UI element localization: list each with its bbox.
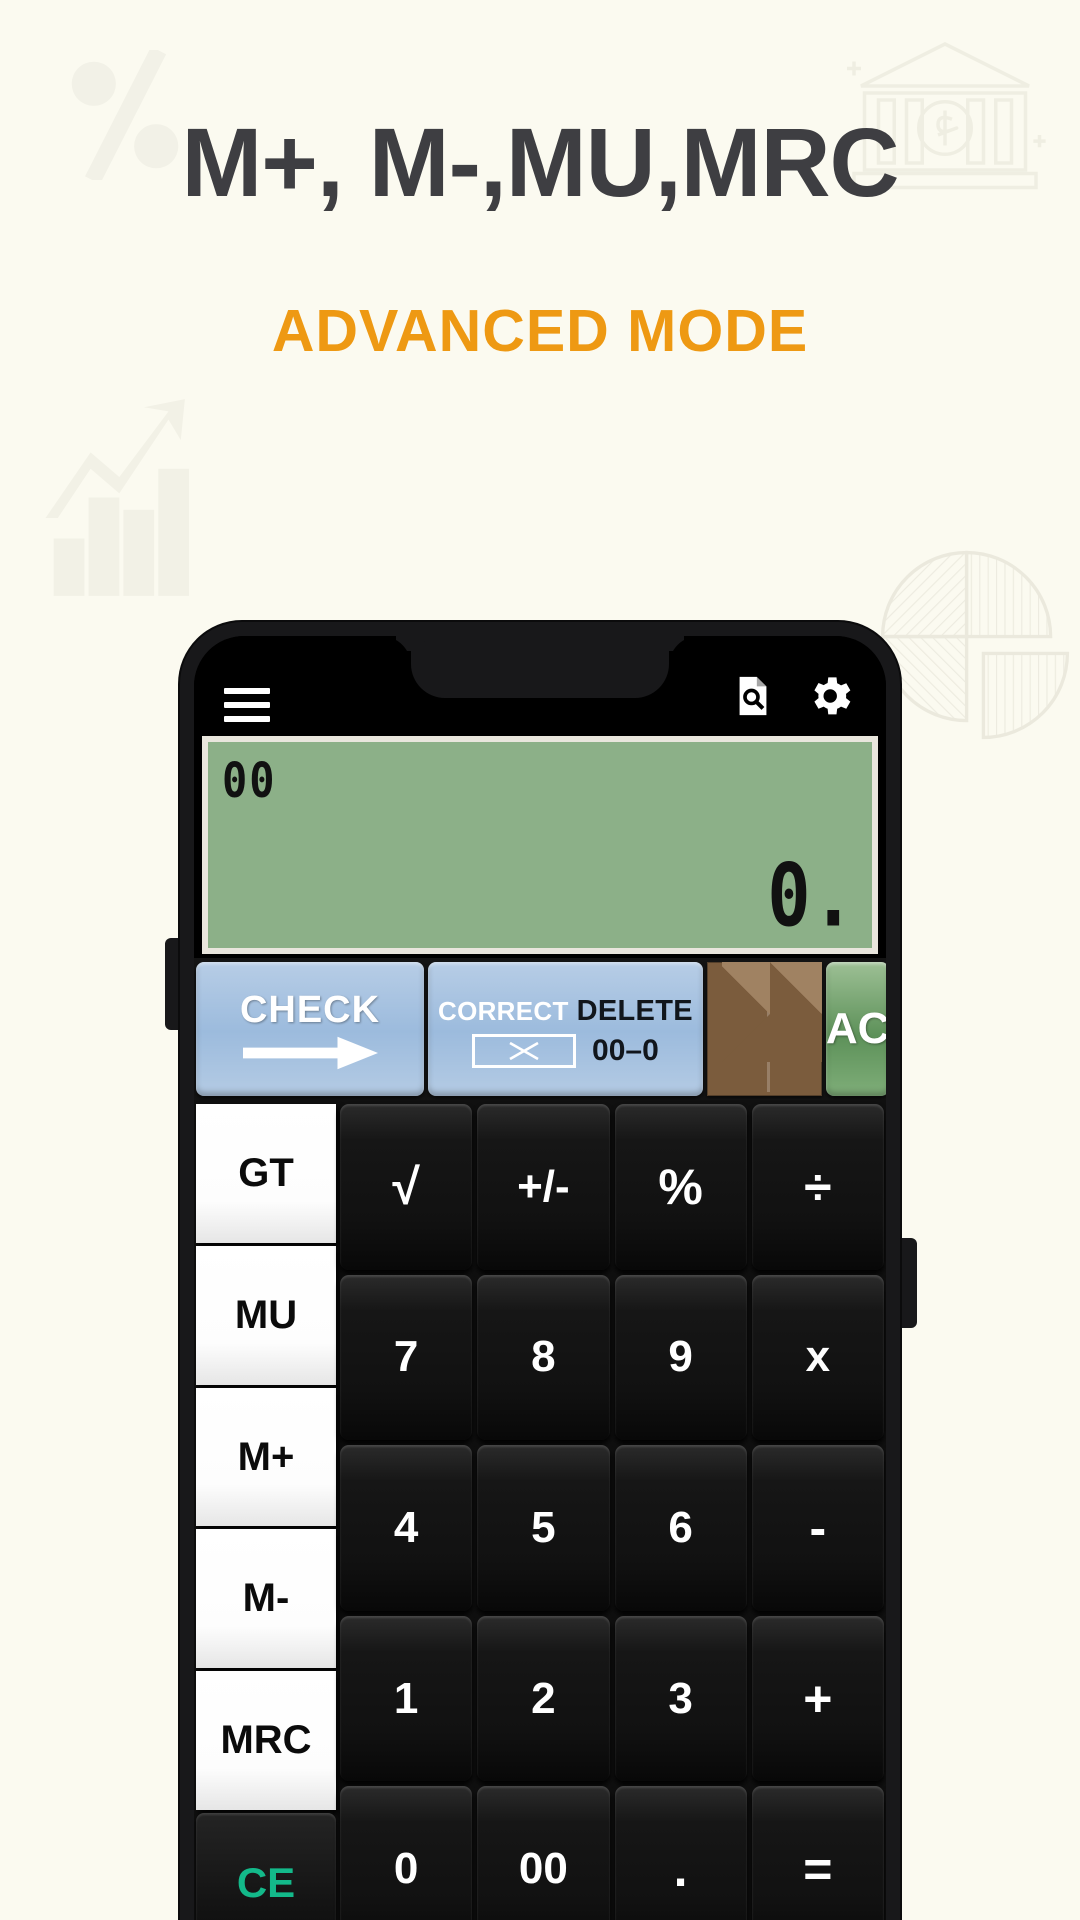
key-label: M- [242, 1576, 290, 1621]
key-label: MU [234, 1292, 298, 1337]
phone-frame: 00 0. CHECK CORRECT DELETE 00–0 AC GT MU… [180, 622, 900, 1920]
check-button[interactable]: CHECK [196, 962, 424, 1096]
key-label: GT [238, 1150, 294, 1195]
key-label: + [803, 1670, 833, 1727]
key-label: M+ [237, 1434, 295, 1479]
display-value: 0. [767, 845, 856, 946]
phone-screen: 00 0. CHECK CORRECT DELETE 00–0 AC GT MU… [194, 636, 886, 1920]
key-label: ÷ [804, 1158, 832, 1215]
key-8[interactable]: 8 [477, 1274, 610, 1441]
pie-chart-icon [880, 550, 1070, 740]
key-label: 5 [531, 1502, 556, 1552]
key-label: 1 [393, 1673, 419, 1723]
key-label: x [805, 1332, 831, 1382]
key-label: 4 [393, 1502, 419, 1552]
key-label: 6 [668, 1502, 693, 1552]
key-ce[interactable]: CE [196, 1813, 336, 1920]
correct-label: CORRECT [438, 995, 569, 1026]
key-mrc[interactable]: MRC [196, 1671, 336, 1811]
key-m-plus[interactable]: M+ [196, 1387, 336, 1527]
key-label: CE [236, 1858, 296, 1906]
calculator-display: 00 0. [208, 742, 872, 948]
page-title: M+, M-,MU,MRC [181, 108, 899, 217]
key-label: . [673, 1841, 688, 1898]
memory-key-column: GT MU M+ M- MRC CE [196, 1104, 336, 1920]
display-memory-indicator: 00 [222, 752, 277, 809]
key-minus[interactable]: - [751, 1445, 884, 1611]
key-m-minus[interactable]: M- [196, 1529, 336, 1669]
x-cross-icon [472, 1033, 577, 1068]
key-label: - [809, 1499, 827, 1556]
key-label: 9 [668, 1332, 693, 1382]
key-label: 8 [531, 1332, 556, 1382]
check-button-label: CHECK [239, 988, 381, 1031]
page-subtitle: ADVANCED MODE [271, 298, 809, 364]
key-label: 00 [518, 1844, 568, 1894]
bar-chart-arrow-icon [45, 399, 189, 596]
document-search-icon[interactable] [730, 672, 776, 720]
key-decimal[interactable]: . [614, 1786, 747, 1920]
key-6[interactable]: 6 [614, 1445, 747, 1611]
phone-power-button [897, 1238, 917, 1328]
right-arrow-icon [242, 1036, 378, 1069]
phone-notch [411, 636, 669, 698]
key-label: 2 [531, 1673, 556, 1723]
all-clear-button[interactable]: AC [825, 962, 886, 1096]
keypad: GT MU M+ M- MRC CE √ +/- % ÷ 7 8 9 x 4 5… [194, 1100, 886, 1920]
key-gt[interactable]: GT [196, 1104, 336, 1243]
key-0[interactable]: 0 [340, 1786, 473, 1920]
key-4[interactable]: 4 [340, 1445, 473, 1611]
key-label: % [658, 1158, 703, 1215]
all-clear-label: AC [825, 1004, 886, 1053]
key-double-zero[interactable]: 00 [477, 1786, 610, 1920]
key-label: 3 [668, 1673, 693, 1723]
number-grid: √ +/- % ÷ 7 8 9 x 4 5 6 - 1 2 3 + 0 00 .… [340, 1104, 884, 1920]
hamburger-menu-icon[interactable] [224, 688, 270, 722]
key-equals[interactable]: = [751, 1786, 884, 1920]
promo-screenshot: M+, M-,MU,MRC ADVANCED MODE 00 0. CHECK … [0, 0, 1080, 1920]
key-2[interactable]: 2 [477, 1615, 610, 1782]
key-label: √ [392, 1158, 420, 1215]
key-label: +/- [517, 1161, 570, 1211]
delete-digits-label: 00–0 [592, 1033, 659, 1067]
key-label: MRC [220, 1718, 312, 1763]
key-7[interactable]: 7 [340, 1274, 473, 1441]
blank-key[interactable] [706, 962, 822, 1096]
key-sqrt[interactable]: √ [340, 1104, 473, 1270]
gear-icon[interactable] [804, 670, 856, 722]
correct-delete-button[interactable]: CORRECT DELETE 00–0 [428, 962, 703, 1096]
key-percent[interactable]: % [614, 1104, 747, 1270]
key-mu[interactable]: MU [196, 1245, 336, 1385]
key-sign[interactable]: +/- [477, 1104, 610, 1270]
key-label: 7 [393, 1332, 419, 1382]
key-1[interactable]: 1 [340, 1615, 473, 1782]
key-divide[interactable]: ÷ [751, 1104, 884, 1270]
key-multiply[interactable]: x [751, 1274, 884, 1441]
key-label: 0 [393, 1844, 419, 1894]
key-plus[interactable]: + [751, 1615, 884, 1782]
calculator-display-frame: 00 0. [202, 736, 878, 954]
key-3[interactable]: 3 [614, 1615, 747, 1782]
key-label: = [803, 1841, 833, 1898]
key-5[interactable]: 5 [477, 1445, 610, 1611]
key-9[interactable]: 9 [614, 1274, 747, 1441]
function-row: CHECK CORRECT DELETE 00–0 AC [194, 958, 886, 1100]
delete-label: DELETE [576, 994, 693, 1027]
